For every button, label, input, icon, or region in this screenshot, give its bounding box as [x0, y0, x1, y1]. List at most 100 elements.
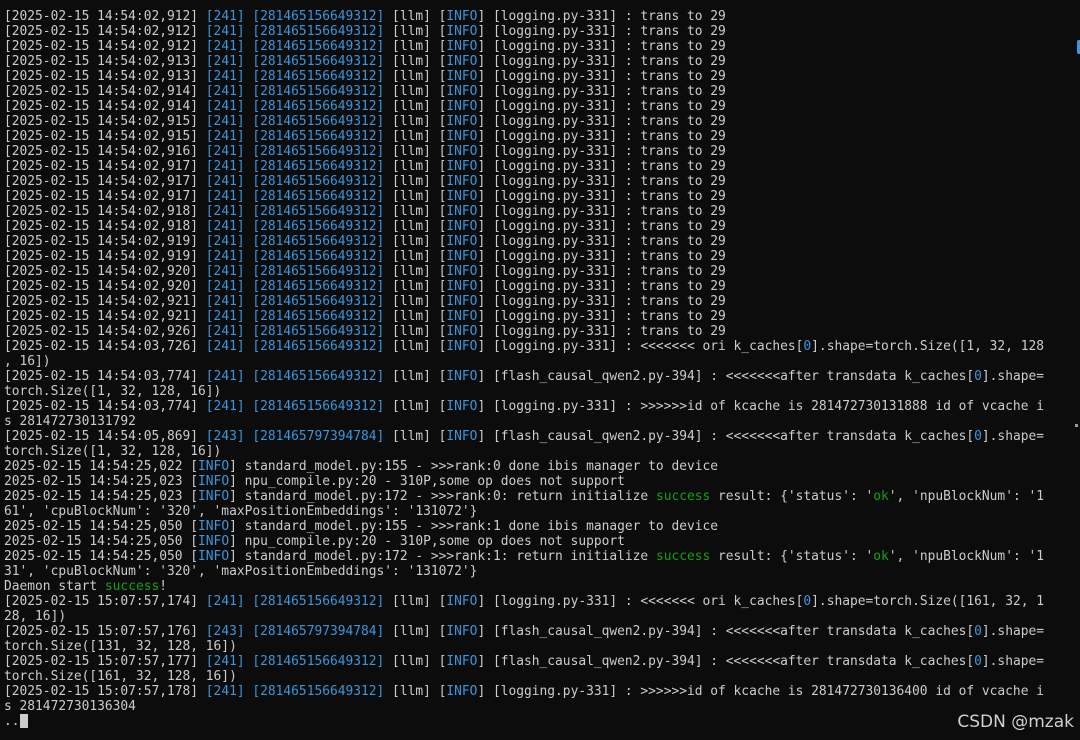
- log-segment: [llm] [: [384, 234, 447, 249]
- log-segment: [llm] [: [384, 594, 447, 609]
- log-segment: INFO: [446, 54, 478, 69]
- log-segment: INFO: [446, 264, 478, 279]
- log-line: 2025-02-15 14:54:25,023 [INFO] npu_compi…: [4, 474, 1080, 489]
- log-segment: [llm] [: [384, 429, 447, 444]
- text-cursor: [19, 714, 28, 728]
- log-line: [2025-02-15 15:07:57,178] [241] [2814651…: [4, 684, 1080, 699]
- log-segment: 31', 'cpuBlockNum': '320', 'maxPositionE…: [4, 564, 478, 579]
- log-segment: ] [logging.py-331] : trans to 29: [477, 39, 726, 54]
- log-segment: INFO: [446, 249, 478, 264]
- log-segment: ] [logging.py-331] : <<<<<<< ori k_cache…: [477, 594, 804, 609]
- log-segment: ] [logging.py-331] : trans to 29: [477, 219, 726, 234]
- log-segment: [241] [281465156649312]: [205, 99, 385, 114]
- log-segment: ] [logging.py-331] : >>>>>>id of kcache …: [477, 684, 1044, 699]
- log-segment: ] standard_model.py:155 - >>>rank:1 done…: [229, 519, 719, 534]
- log-segment: [llm] [: [384, 369, 447, 384]
- log-segment: INFO: [198, 459, 230, 474]
- log-segment: [2025-02-15 14:54:02,917]: [4, 174, 206, 189]
- log-segment: [241] [281465156649312]: [205, 144, 385, 159]
- log-segment: [2025-02-15 14:54:02,914]: [4, 84, 206, 99]
- log-segment: [241] [281465156649312]: [205, 114, 385, 129]
- log-segment: 2025-02-15 14:54:25,023 [: [4, 474, 199, 489]
- log-segment: ] [flash_causal_qwen2.py-394] : <<<<<<<a…: [477, 429, 975, 444]
- log-segment: ] [logging.py-331] : trans to 29: [477, 294, 726, 309]
- log-segment: INFO: [446, 654, 478, 669]
- log-segment: [241] [281465156649312]: [205, 84, 385, 99]
- log-line: [2025-02-15 14:54:02,913] [241] [2814651…: [4, 54, 1080, 69]
- log-segment: ] [logging.py-331] : trans to 29: [477, 114, 726, 129]
- log-segment: [2025-02-15 14:54:02,917]: [4, 159, 206, 174]
- log-segment: INFO: [446, 24, 478, 39]
- log-segment: 0: [974, 654, 982, 669]
- terminal-prompt-line[interactable]: ..: [4, 714, 1080, 729]
- log-segment: INFO: [198, 519, 230, 534]
- log-segment: ].shape=torch.Size([1, 32, 128: [811, 339, 1044, 354]
- log-segment: [241] [281465156649312]: [205, 594, 385, 609]
- log-segment: ].shape=: [981, 369, 1044, 384]
- log-segment: [243] [281465797394784]: [205, 429, 385, 444]
- log-segment: ] [logging.py-331] : trans to 29: [477, 24, 726, 39]
- log-segment: ] [logging.py-331] : trans to 29: [477, 9, 726, 24]
- log-segment: [2025-02-15 14:54:02,915]: [4, 129, 206, 144]
- log-line: [2025-02-15 14:54:02,912] [241] [2814651…: [4, 39, 1080, 54]
- log-line: [2025-02-15 14:54:02,921] [241] [2814651…: [4, 309, 1080, 324]
- log-segment: 0: [974, 624, 982, 639]
- log-segment: INFO: [446, 294, 478, 309]
- log-segment: INFO: [446, 309, 478, 324]
- log-line: 2025-02-15 14:54:25,022 [INFO] standard_…: [4, 459, 1080, 474]
- log-segment: [2025-02-15 14:54:02,917]: [4, 189, 206, 204]
- log-segment: ] [logging.py-331] : trans to 29: [477, 279, 726, 294]
- log-segment: [2025-02-15 14:54:03,774]: [4, 369, 206, 384]
- log-segment: [llm] [: [384, 279, 447, 294]
- log-segment: ] [logging.py-331] : trans to 29: [477, 204, 726, 219]
- log-segment: INFO: [446, 189, 478, 204]
- log-segment: 2025-02-15 14:54:25,023 [: [4, 489, 199, 504]
- log-segment: result: {'status': ': [710, 549, 874, 564]
- log-segment: ] [logging.py-331] : trans to 29: [477, 264, 726, 279]
- log-segment: success: [655, 489, 711, 504]
- log-segment: ', 'npuBlockNum': '1: [888, 549, 1044, 564]
- log-segment: [llm] [: [384, 294, 447, 309]
- log-segment: ] [logging.py-331] : trans to 29: [477, 84, 726, 99]
- log-segment: [llm] [: [384, 324, 447, 339]
- log-segment: [2025-02-15 14:54:02,915]: [4, 114, 206, 129]
- log-segment: ] [logging.py-331] : trans to 29: [477, 54, 726, 69]
- log-line: [2025-02-15 14:54:03,774] [241] [2814651…: [4, 369, 1080, 384]
- log-segment: INFO: [446, 39, 478, 54]
- log-segment: [2025-02-15 14:54:02,919]: [4, 249, 206, 264]
- log-segment: [2025-02-15 14:54:03,726]: [4, 339, 206, 354]
- log-line: [2025-02-15 14:54:02,912] [241] [2814651…: [4, 9, 1080, 24]
- log-segment: [2025-02-15 14:54:02,918]: [4, 219, 206, 234]
- log-line: 2025-02-15 14:54:25,023 [INFO] standard_…: [4, 489, 1080, 504]
- log-segment: [2025-02-15 14:54:02,921]: [4, 294, 206, 309]
- log-segment: INFO: [446, 69, 478, 84]
- log-segment: ] [logging.py-331] : trans to 29: [477, 99, 726, 114]
- log-segment: [241] [281465156649312]: [205, 69, 385, 84]
- log-segment: 2025-02-15 14:54:25,050 [: [4, 534, 199, 549]
- log-segment: ] [flash_causal_qwen2.py-394] : <<<<<<<a…: [477, 369, 975, 384]
- log-segment: [2025-02-15 15:07:57,174]: [4, 594, 206, 609]
- log-segment: , 16]): [4, 354, 51, 369]
- log-line: [2025-02-15 14:54:02,915] [241] [2814651…: [4, 129, 1080, 144]
- log-segment: INFO: [198, 489, 230, 504]
- log-segment: ', 'npuBlockNum': '1: [888, 489, 1044, 504]
- log-segment: [llm] [: [384, 624, 447, 639]
- log-segment: [2025-02-15 15:07:57,176]: [4, 624, 206, 639]
- watermark: CSDN @mzak: [957, 712, 1074, 732]
- log-segment: ].shape=: [981, 429, 1044, 444]
- log-segment: 0: [803, 594, 812, 609]
- log-segment: INFO: [446, 99, 478, 114]
- log-line: [2025-02-15 14:54:02,921] [241] [2814651…: [4, 294, 1080, 309]
- log-line: [2025-02-15 14:54:03,774] [241] [2814651…: [4, 399, 1080, 414]
- terminal-window[interactable]: [2025-02-15 14:54:02,912] [241] [2814651…: [0, 0, 1080, 740]
- log-segment: 2025-02-15 14:54:25,050 [: [4, 549, 199, 564]
- log-segment: ] [logging.py-331] : trans to 29: [477, 309, 726, 324]
- log-segment: [llm] [: [384, 114, 447, 129]
- log-segment: ] [logging.py-331] : trans to 29: [477, 174, 726, 189]
- edge-dot-icon: [1075, 424, 1078, 427]
- log-line: [2025-02-15 14:54:02,912] [241] [2814651…: [4, 24, 1080, 39]
- log-segment: INFO: [446, 219, 478, 234]
- log-segment: [llm] [: [384, 54, 447, 69]
- log-segment: [llm] [: [384, 219, 447, 234]
- log-segment: ] [logging.py-331] : trans to 29: [477, 144, 726, 159]
